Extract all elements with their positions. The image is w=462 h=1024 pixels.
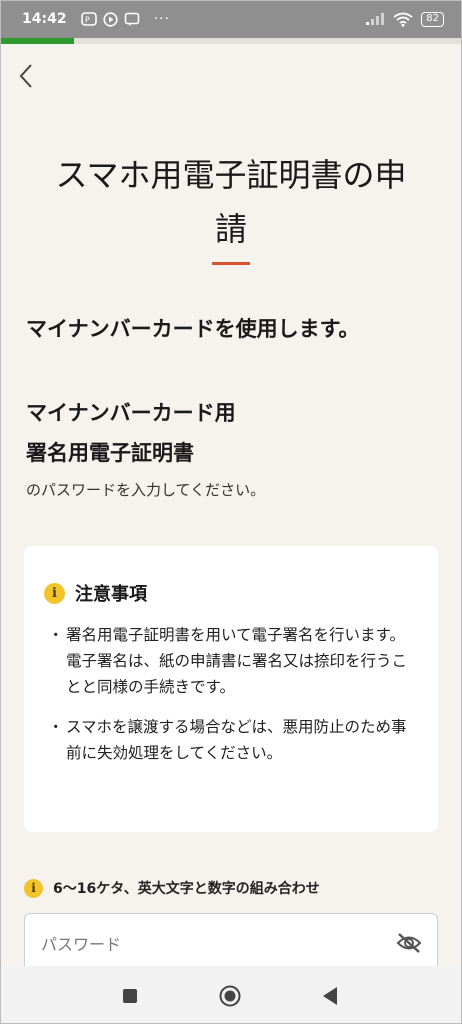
svg-text:P: P (85, 16, 90, 25)
password-hint-text: 6〜16ケタ、英大文字と数字の組み合わせ (53, 881, 320, 897)
status-time: 14:42 (22, 11, 67, 27)
title-underline (212, 262, 250, 265)
lead-text: マイナンバーカードを使用します。 (26, 317, 360, 341)
page-title: スマホ用電子証明書の申 請 (30, 148, 432, 256)
back-icon (321, 986, 339, 1010)
notice-title: 注意事項 (75, 584, 147, 605)
progress-fill (0, 38, 74, 44)
notice-header: i 注意事項 (44, 580, 147, 606)
info-icon: i (24, 878, 43, 898)
wifi-icon (393, 12, 413, 27)
toggle-password-visibility-button[interactable] (395, 931, 423, 959)
certificate-heading-line-1: マイナンバーカード用 (26, 401, 236, 425)
chevron-left-icon (16, 62, 36, 94)
status-bar: 14:42 P ··· 82 (0, 0, 462, 38)
system-nav-bar (0, 966, 462, 1024)
page-title-line-1: スマホ用電子証明書の申 (55, 156, 407, 194)
home-icon (219, 985, 241, 1011)
eye-off-icon (396, 932, 422, 958)
notice-list: 署名用電子証明書を用いて電子署名を行います。電子署名は、紙の申請書に署名又は捺印… (48, 622, 420, 780)
back-nav-button[interactable] (318, 986, 342, 1010)
home-button[interactable] (218, 985, 242, 1011)
battery-icon: 82 (421, 11, 444, 27)
signal-icon (365, 12, 385, 26)
password-input[interactable] (41, 928, 371, 960)
play-icon (102, 11, 118, 27)
instruction-text: のパスワードを入力してください。 (26, 481, 266, 499)
info-icon: i (44, 582, 65, 604)
app-icon: P (80, 12, 97, 26)
chat-icon (124, 12, 140, 27)
certificate-heading-line-2: 署名用電子証明書 (26, 441, 194, 465)
notice-card: i 注意事項 署名用電子証明書を用いて電子署名を行います。電子署名は、紙の申請書… (24, 546, 438, 832)
page-title-line-2: 請 (214, 210, 247, 248)
back-button[interactable] (10, 62, 42, 94)
notice-item: 署名用電子証明書を用いて電子署名を行います。電子署名は、紙の申請書に署名又は捺印… (48, 622, 420, 700)
progress-bar (0, 38, 462, 44)
recent-apps-button[interactable] (118, 986, 142, 1010)
password-hint: i 6〜16ケタ、英大文字と数字の組み合わせ (24, 878, 320, 898)
notice-item: スマホを譲渡する場合などは、悪用防止のため事前に失効処理をしてください。 (48, 714, 420, 766)
more-notifications: ··· (153, 11, 170, 27)
certificate-heading: マイナンバーカード用 署名用電子証明書 (26, 393, 236, 473)
recent-apps-icon (122, 988, 138, 1008)
